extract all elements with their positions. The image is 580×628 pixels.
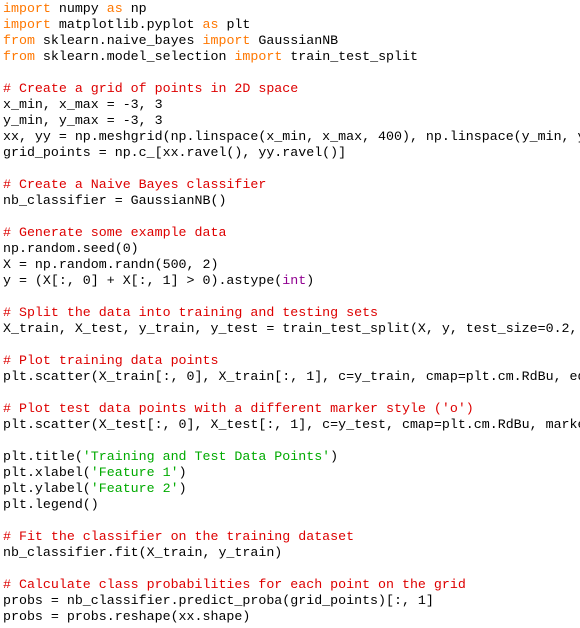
code-line: # Generate some example data [3,225,580,241]
code-token: nb_classifier = GaussianNB() [3,193,227,208]
code-token: nb_classifier.fit(X_train, y_train) [3,545,283,560]
string-token: 'Feature 2' [90,481,179,496]
code-token: sklearn.naive_bayes [34,33,203,48]
code-line: # Calculate class probabilities for each… [3,577,580,593]
code-line: plt.xlabel('Feature 1') [3,465,580,481]
code-line: plt.title('Training and Test Data Points… [3,449,580,465]
code-token: probs = probs.reshape(xx.shape) [3,609,251,624]
comment-token: # Create a grid of points in 2D space [3,81,299,96]
builtin-token: int [282,273,307,288]
comment-token: # Fit the classifier on the training dat… [3,529,355,544]
comment-token: # Generate some example data [3,225,227,240]
code-line: # Plot test data points with a different… [3,401,580,417]
code-token: plt.title( [3,449,83,464]
code-token: GaussianNB [250,33,339,48]
code-token: y = (X[:, 0] + X[:, 1] > 0).astype( [3,273,283,288]
string-token: 'Feature 1' [90,465,179,480]
comment-token: # Plot training data points [3,353,219,368]
keyword-token: import [3,1,51,16]
code-token: numpy [50,1,107,16]
code-line: # Plot training data points [3,353,580,369]
code-token: x_min, x_max = -3, 3 [3,97,163,112]
code-line: nb_classifier = GaussianNB() [3,193,580,209]
code-line: probs = nb_classifier.predict_proba(grid… [3,593,580,609]
code-line: nb_classifier.fit(X_train, y_train) [3,545,580,561]
code-line: x_min, x_max = -3, 3 [3,97,580,113]
code-line: probs = probs.reshape(xx.shape) [3,609,580,625]
code-token: plt.xlabel( [3,465,91,480]
comment-token: # Calculate class probabilities for each… [3,577,466,592]
code-line: # Fit the classifier on the training dat… [3,529,580,545]
code-token: ) [330,449,339,464]
code-line: import matplotlib.pyplot as plt [3,17,580,33]
code-token: grid_points = np.c_[xx.ravel(), yy.ravel… [3,145,347,160]
keyword-token: from [3,33,35,48]
code-line: y_min, y_max = -3, 3 [3,113,580,129]
code-token: X_train, X_test, y_train, y_test = train… [3,321,578,336]
code-line: xx, yy = np.meshgrid(np.linspace(x_min, … [3,129,580,145]
code-line: y = (X[:, 0] + X[:, 1] > 0).astype(int) [3,273,580,289]
code-line: # Create a grid of points in 2D space [3,81,580,97]
code-token: sklearn.model_selection [34,49,235,64]
code-line: # Create a Naive Bayes classifier [3,177,580,193]
code-token: plt [218,17,251,32]
comment-token: # Create a Naive Bayes classifier [3,177,267,192]
keyword-token: import [3,17,51,32]
code-token: np.random.seed(0) [3,241,139,256]
code-token: ) [178,465,187,480]
code-token: plt.scatter(X_test[:, 0], X_test[:, 1], … [3,417,580,432]
comment-token: # Split the data into training and testi… [3,305,379,320]
keyword-token: from [3,49,35,64]
code-token: probs = nb_classifier.predict_proba(grid… [3,593,434,608]
code-token: xx, yy = np.meshgrid(np.linspace(x_min, … [3,129,580,144]
keyword-token: import [202,33,251,48]
code-token: matplotlib.pyplot [50,17,203,32]
code-line: import numpy as np [3,1,580,17]
code-token: np [122,1,147,16]
code-token: y_min, y_max = -3, 3 [3,113,163,128]
code-token: plt.scatter(X_train[:, 0], X_train[:, 1]… [3,369,580,384]
code-line: from sklearn.naive_bayes import Gaussian… [3,33,580,49]
keyword-token: as [106,1,123,16]
code-text-area[interactable]: import numpy as np import matplotlib.pypl… [3,1,580,625]
string-token: 'Training and Test Data Points' [82,449,331,464]
keyword-token: as [202,17,219,32]
code-line: plt.scatter(X_test[:, 0], X_test[:, 1], … [3,417,580,433]
code-token: ) [178,481,187,496]
code-token: X = np.random.randn(500, 2) [3,257,219,272]
code-editor[interactable]: import numpy as np import matplotlib.pypl… [0,0,580,628]
code-line: X_train, X_test, y_train, y_test = train… [3,321,580,337]
code-line: grid_points = np.c_[xx.ravel(), yy.ravel… [3,145,580,161]
code-line: # Split the data into training and testi… [3,305,580,321]
keyword-token: import [234,49,283,64]
code-line: X = np.random.randn(500, 2) [3,257,580,273]
code-line: from sklearn.model_selection import trai… [3,49,580,65]
code-line: plt.ylabel('Feature 2') [3,481,580,497]
code-line: plt.legend() [3,497,580,513]
code-line: np.random.seed(0) [3,241,580,257]
code-token: plt.legend() [3,497,99,512]
code-line: plt.scatter(X_train[:, 0], X_train[:, 1]… [3,369,580,385]
comment-token: # Plot test data points with a different… [3,401,474,416]
code-token: train_test_split [282,49,418,64]
code-token: ) [306,273,315,288]
code-token: plt.ylabel( [3,481,91,496]
